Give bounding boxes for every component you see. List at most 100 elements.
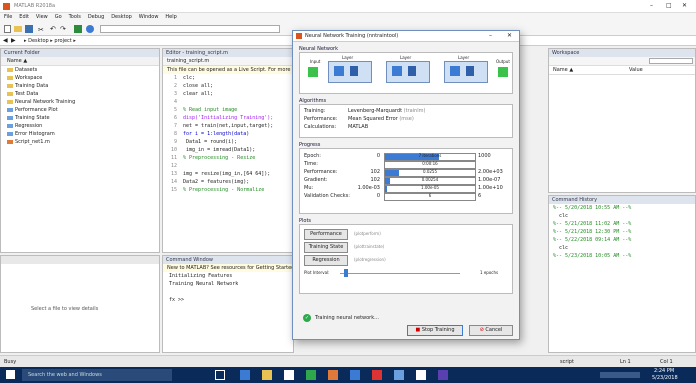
- history-item[interactable]: %-- 5/21/2018 11:02 AM --%: [549, 220, 695, 228]
- menu-file[interactable]: File: [4, 14, 12, 20]
- current-folder-field[interactable]: [100, 25, 280, 33]
- app-icon[interactable]: [350, 370, 360, 380]
- menu-desktop[interactable]: Desktop: [111, 14, 132, 20]
- code-line[interactable]: 7 net = train(net,input,target);: [163, 122, 293, 130]
- plot-function-label: (plotregression): [354, 257, 386, 262]
- col-value[interactable]: Value: [629, 66, 643, 74]
- code-line[interactable]: 12: [163, 162, 293, 170]
- open-folder-icon[interactable]: [14, 26, 22, 32]
- taskbar-search[interactable]: Search the web and Windows: [22, 369, 172, 381]
- clock-time[interactable]: 2:24 PM: [654, 368, 674, 374]
- cut-icon[interactable]: ✂: [38, 26, 44, 34]
- slider-thumb[interactable]: [344, 269, 348, 277]
- code-line[interactable]: 4: [163, 98, 293, 106]
- maximize-button[interactable]: □: [666, 2, 676, 10]
- menu-edit[interactable]: Edit: [19, 14, 29, 20]
- command-prompt[interactable]: fx >>: [163, 296, 293, 304]
- list-item[interactable]: Workspace: [1, 74, 159, 82]
- getting-started-notice[interactable]: New to MATLAB? See resources for Getting…: [163, 264, 293, 272]
- cancel-button[interactable]: ⊘ Cancel: [469, 325, 513, 336]
- select-data-button[interactable]: [649, 58, 693, 64]
- code-line[interactable]: 13 img = resize(img_in,[64 64]);: [163, 170, 293, 178]
- folder-icon: [7, 99, 13, 104]
- progress-value: 0.0255: [423, 169, 437, 174]
- menu-view[interactable]: View: [36, 14, 48, 20]
- file-explorer-icon[interactable]: [262, 370, 272, 380]
- progress-value: 1.00e-05: [421, 185, 439, 190]
- code-line[interactable]: 14 Data2 = features(img);: [163, 178, 293, 186]
- cancel-label: Cancel: [485, 327, 503, 333]
- save-icon[interactable]: [25, 25, 33, 33]
- list-item[interactable]: Error Histogram: [1, 130, 159, 138]
- dialog-minimize-button[interactable]: –: [489, 32, 492, 39]
- clock-date[interactable]: 5/23/2018: [652, 375, 678, 381]
- dialog-close-button[interactable]: ✕: [507, 32, 512, 39]
- close-button[interactable]: ✕: [682, 2, 692, 10]
- list-item[interactable]: Script_net1.m: [1, 138, 159, 146]
- code-line[interactable]: 10 img_in = imread(Data1);: [163, 146, 293, 154]
- code-line[interactable]: 3 clear all;: [163, 90, 293, 98]
- history-item[interactable]: %-- 5/20/2018 10:55 AM --%: [549, 204, 695, 212]
- list-item[interactable]: Datasets: [1, 66, 159, 74]
- simulink-icon[interactable]: [74, 25, 82, 33]
- code-line[interactable]: 9 Data1 = round(i);: [163, 138, 293, 146]
- command-history-title: Command History: [549, 196, 695, 204]
- training-state-plot-button[interactable]: Training State: [304, 242, 348, 253]
- code-line[interactable]: 5 % Read input image: [163, 106, 293, 114]
- menu-help[interactable]: Help: [165, 14, 176, 20]
- app-icon[interactable]: [394, 370, 404, 380]
- command-window-title: Command Window: [163, 256, 293, 264]
- editor-tab[interactable]: training_script.m: [163, 57, 293, 66]
- stop-training-button[interactable]: ■ Stop Training: [407, 325, 463, 336]
- figure-file-icon: [7, 115, 13, 120]
- list-item[interactable]: Neural Network Training: [1, 98, 159, 106]
- code-line[interactable]: 2 close all;: [163, 82, 293, 90]
- list-item[interactable]: Training State: [1, 114, 159, 122]
- breadcrumb[interactable]: ▸ Desktop ▸ project ▸: [24, 38, 76, 44]
- history-item[interactable]: clc: [549, 212, 695, 220]
- app-icon[interactable]: [306, 370, 316, 380]
- history-item[interactable]: %-- 5/21/2018 12:30 PM --%: [549, 228, 695, 236]
- menu-tools[interactable]: Tools: [69, 14, 81, 20]
- list-item[interactable]: Regression: [1, 122, 159, 130]
- task-view-icon[interactable]: [215, 370, 225, 380]
- live-script-banner[interactable]: This file can be opened as a Live Script…: [163, 66, 293, 74]
- app-icon[interactable]: [438, 370, 448, 380]
- code-line[interactable]: 11 % Preprocessing - Resize: [163, 154, 293, 162]
- menu-go[interactable]: Go: [55, 14, 62, 20]
- history-item[interactable]: %-- 5/22/2018 09:14 AM --%: [549, 236, 695, 244]
- redo-icon[interactable]: ↷: [60, 25, 66, 33]
- windows-start-icon[interactable]: [6, 370, 15, 379]
- layer-label: Layer: [400, 55, 412, 60]
- history-item[interactable]: clc: [549, 244, 695, 252]
- history-item[interactable]: %-- 5/23/2018 10:05 AM --%: [549, 252, 695, 260]
- back-arrow-icon[interactable]: ◀: [3, 37, 8, 44]
- tray-icons[interactable]: [600, 372, 640, 378]
- store-icon[interactable]: [284, 370, 294, 380]
- menu-debug[interactable]: Debug: [88, 14, 104, 20]
- new-file-icon[interactable]: [4, 25, 11, 33]
- matlab-taskbar-icon[interactable]: [328, 370, 338, 380]
- list-item[interactable]: Performance Plot: [1, 106, 159, 114]
- edge-icon[interactable]: [240, 370, 250, 380]
- performance-plot-button[interactable]: Performance: [304, 229, 348, 240]
- col-name[interactable]: Name ▲: [553, 66, 573, 74]
- code-line[interactable]: 6 disp('Initializing Training');: [163, 114, 293, 122]
- code-line[interactable]: 1 clc;: [163, 74, 293, 82]
- code-line[interactable]: 15 % Preprocessing - Normalize: [163, 186, 293, 194]
- menu-window[interactable]: Window: [139, 14, 159, 20]
- column-header[interactable]: Name ▲: [1, 57, 159, 66]
- undo-icon[interactable]: ↶: [50, 25, 56, 33]
- list-item[interactable]: Training Data: [1, 82, 159, 90]
- help-icon[interactable]: [86, 25, 94, 33]
- minimize-button[interactable]: –: [650, 2, 660, 10]
- line-number: 13: [170, 171, 177, 177]
- plot-interval-slider[interactable]: [340, 273, 460, 274]
- list-item[interactable]: Test Data: [1, 90, 159, 98]
- regression-plot-button[interactable]: Regression: [304, 255, 348, 266]
- app-icon[interactable]: [416, 370, 426, 380]
- app-icon[interactable]: [372, 370, 382, 380]
- forward-arrow-icon[interactable]: ▶: [11, 37, 16, 44]
- details-title-bar: [1, 256, 159, 264]
- code-line[interactable]: 8 for i = 1:length(data): [163, 130, 293, 138]
